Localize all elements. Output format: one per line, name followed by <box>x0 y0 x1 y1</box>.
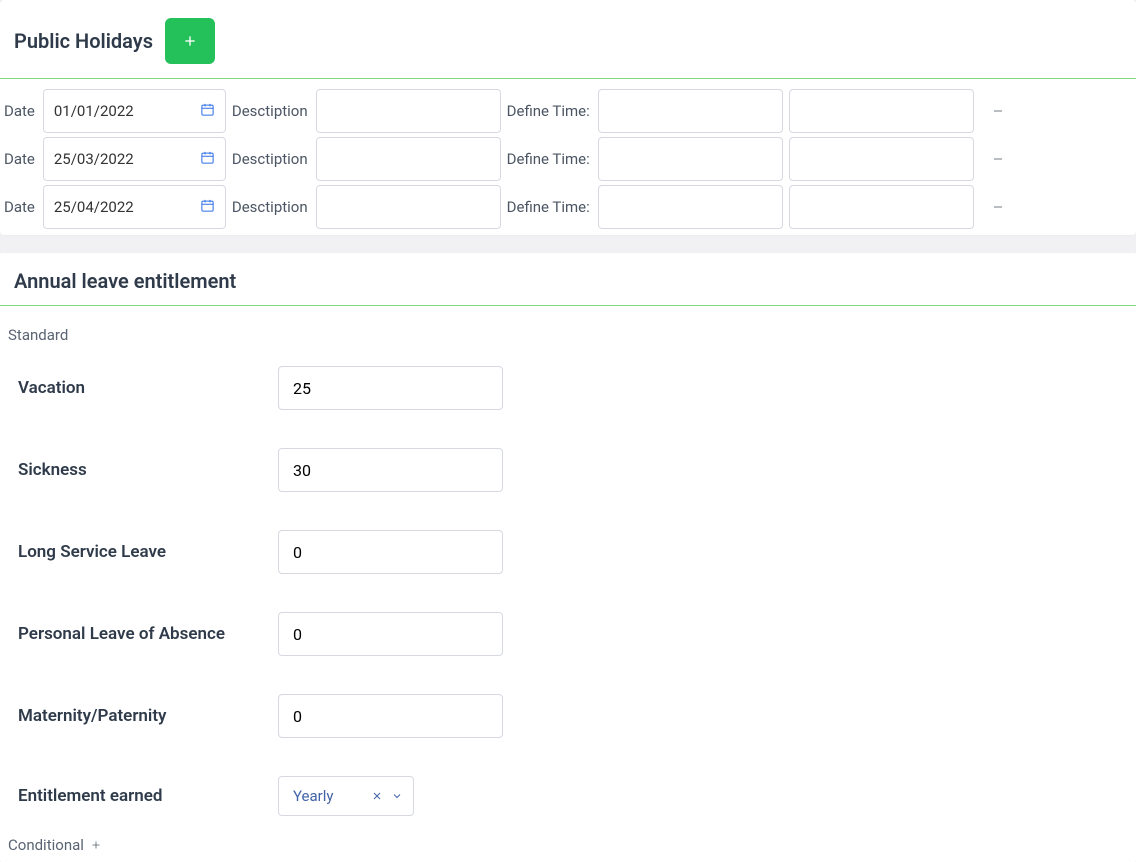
time-from-input[interactable] <box>598 137 783 181</box>
vacation-input[interactable] <box>278 366 503 410</box>
public-holidays-card: Public Holidays Date 01/01/2022 Desctipt… <box>0 0 1136 235</box>
long-service-leave-label: Long Service Leave <box>18 542 278 562</box>
description-input[interactable] <box>316 137 501 181</box>
minus-icon <box>991 152 1005 166</box>
time-to-input[interactable] <box>789 137 974 181</box>
public-holidays-body: Date 01/01/2022 Desctiption Define Time:… <box>0 79 1136 235</box>
date-input[interactable]: 25/04/2022 <box>43 185 226 229</box>
add-holiday-button[interactable] <box>165 18 215 64</box>
holiday-row: Date 25/04/2022 Desctiption Define Time: <box>4 183 1132 231</box>
chevron-down-icon <box>391 790 403 802</box>
sickness-label: Sickness <box>18 460 278 480</box>
time-to-input[interactable] <box>789 185 974 229</box>
personal-leave-input[interactable] <box>278 612 503 656</box>
time-to-input[interactable] <box>789 89 974 133</box>
calendar-icon <box>200 150 215 169</box>
description-input[interactable] <box>316 89 501 133</box>
entitlement-row: Long Service Leave <box>4 520 1132 602</box>
date-input[interactable]: 01/01/2022 <box>43 89 226 133</box>
maternity-paternity-label: Maternity/Paternity <box>18 706 278 726</box>
calendar-icon <box>200 102 215 121</box>
entitlement-earned-value: Yearly <box>293 787 333 805</box>
public-holidays-title: Public Holidays <box>14 29 153 53</box>
description-label: Desctiption <box>232 102 308 120</box>
minus-icon <box>991 104 1005 118</box>
public-holidays-header: Public Holidays <box>0 0 1136 79</box>
date-input[interactable]: 25/03/2022 <box>43 137 226 181</box>
sickness-input[interactable] <box>278 448 503 492</box>
plus-icon <box>90 839 102 851</box>
define-time-label: Define Time: <box>507 198 590 216</box>
holiday-row: Date 25/03/2022 Desctiption Define Time: <box>4 135 1132 183</box>
standard-label: Standard <box>4 312 1132 356</box>
entitlement-row: Vacation <box>4 356 1132 438</box>
annual-leave-header: Annual leave entitlement <box>0 253 1136 306</box>
time-from-input[interactable] <box>598 185 783 229</box>
annual-leave-body: Standard Vacation Sickness Long Service … <box>0 306 1136 862</box>
vacation-label: Vacation <box>18 378 278 398</box>
minus-icon <box>991 200 1005 214</box>
description-label: Desctiption <box>232 198 308 216</box>
annual-leave-card: Annual leave entitlement Standard Vacati… <box>0 253 1136 862</box>
entitlement-earned-select[interactable]: Yearly <box>278 776 414 816</box>
entitlement-row: Personal Leave of Absence <box>4 602 1132 684</box>
remove-row-button[interactable] <box>984 145 1012 173</box>
plus-icon <box>182 33 198 49</box>
long-service-leave-input[interactable] <box>278 530 503 574</box>
annual-leave-title: Annual leave entitlement <box>14 269 236 293</box>
description-label: Desctiption <box>232 150 308 168</box>
maternity-paternity-input[interactable] <box>278 694 503 738</box>
date-value: 01/01/2022 <box>54 102 134 120</box>
time-from-input[interactable] <box>598 89 783 133</box>
conditional-label: Conditional <box>8 836 84 854</box>
date-label: Date <box>4 150 35 168</box>
entitlement-row: Sickness <box>4 438 1132 520</box>
conditional-row[interactable]: Conditional <box>4 830 1132 856</box>
define-time-label: Define Time: <box>507 150 590 168</box>
date-label: Date <box>4 198 35 216</box>
define-time-label: Define Time: <box>507 102 590 120</box>
entitlement-earned-label: Entitlement earned <box>18 786 278 806</box>
entitlement-row: Maternity/Paternity <box>4 684 1132 766</box>
remove-row-button[interactable] <box>984 97 1012 125</box>
holiday-row: Date 01/01/2022 Desctiption Define Time: <box>4 87 1132 135</box>
calendar-icon <box>200 198 215 217</box>
clear-icon[interactable] <box>371 790 383 802</box>
personal-leave-label: Personal Leave of Absence <box>18 624 278 644</box>
date-value: 25/04/2022 <box>54 198 134 216</box>
date-label: Date <box>4 102 35 120</box>
description-input[interactable] <box>316 185 501 229</box>
date-value: 25/03/2022 <box>54 150 134 168</box>
entitlement-earned-row: Entitlement earned Yearly <box>4 766 1132 830</box>
remove-row-button[interactable] <box>984 193 1012 221</box>
